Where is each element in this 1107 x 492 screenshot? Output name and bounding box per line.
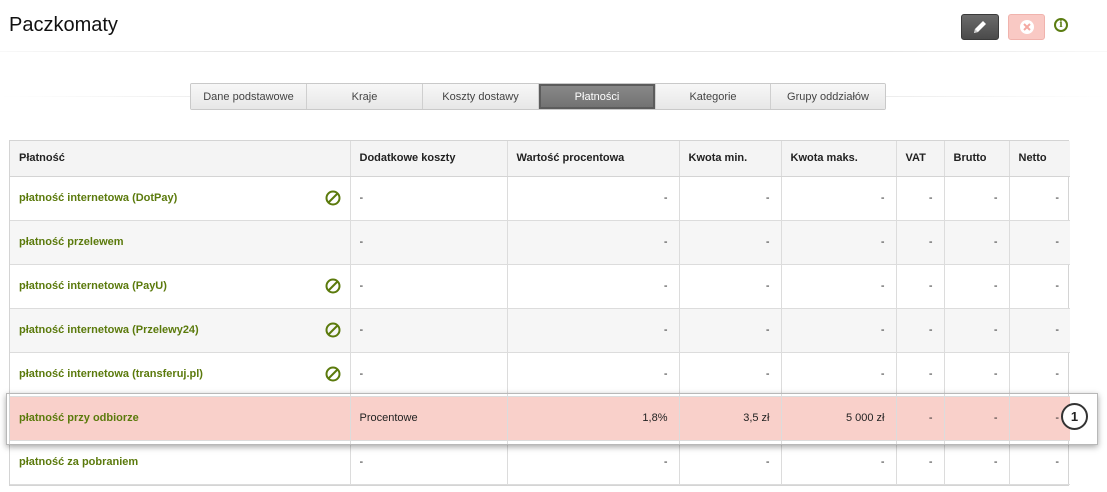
table-cell: - bbox=[1009, 264, 1070, 309]
table-cell: - bbox=[896, 176, 945, 221]
table-row[interactable]: płatność internetowa (PayU) - - - - - - - bbox=[10, 264, 1070, 309]
payments-table: Płatność Dodatkowe koszty Wartość procen… bbox=[9, 140, 1070, 486]
table-row[interactable]: płatność internetowa (DotPay) - - - - - - - bbox=[10, 176, 1070, 221]
payment-name-cell[interactable]: płatność internetowa (Przelewy24) bbox=[10, 308, 351, 353]
table-row[interactable]: płatność przelewem - - - - - - - bbox=[10, 220, 1070, 265]
table-cell: - bbox=[350, 308, 508, 353]
table-cell: - bbox=[781, 440, 897, 485]
tab-platnosci[interactable]: Płatności bbox=[539, 84, 656, 109]
table-cell: - bbox=[781, 176, 897, 221]
table-cell: - bbox=[944, 396, 1010, 441]
table-cell: - bbox=[896, 264, 945, 309]
payment-name-cell[interactable]: płatność internetowa (PayU) bbox=[10, 264, 351, 309]
table-cell: - bbox=[944, 308, 1010, 353]
tab-kategorie[interactable]: Kategorie bbox=[656, 84, 771, 109]
table-cell: - bbox=[679, 352, 782, 397]
table-cell: - bbox=[1009, 308, 1070, 353]
table-cell: - bbox=[350, 440, 508, 485]
table-header-row: Płatność Dodatkowe koszty Wartość procen… bbox=[10, 141, 1070, 177]
table-cell: - bbox=[679, 440, 782, 485]
table-cell: - bbox=[781, 352, 897, 397]
payment-name-link[interactable]: płatność internetowa (DotPay) bbox=[19, 192, 177, 204]
tab-kraje[interactable]: Kraje bbox=[307, 84, 423, 109]
table-cell: - bbox=[944, 176, 1010, 221]
header-divider bbox=[0, 51, 1107, 52]
disabled-icon bbox=[325, 190, 341, 206]
payment-name-cell[interactable]: płatność internetowa (DotPay) bbox=[10, 176, 351, 221]
table-cell: 3,5 zł bbox=[679, 396, 782, 441]
payment-name-link[interactable]: płatność internetowa (PayU) bbox=[19, 280, 167, 292]
table-row[interactable]: płatność za pobraniem - - - - - - - bbox=[10, 440, 1070, 485]
col-header[interactable]: Kwota min. bbox=[679, 141, 782, 177]
table-cell: - bbox=[896, 308, 945, 353]
payment-name-link[interactable]: płatność przelewem bbox=[19, 236, 124, 248]
info-icon[interactable]: i bbox=[1054, 18, 1068, 32]
delete-button[interactable] bbox=[1008, 14, 1045, 40]
page-title: Paczkomaty bbox=[9, 14, 118, 36]
table-cell: - bbox=[350, 220, 508, 265]
col-header[interactable]: Płatność bbox=[10, 141, 351, 177]
table-cell: - bbox=[507, 176, 680, 221]
table-cell: - bbox=[896, 440, 945, 485]
close-icon bbox=[1019, 20, 1034, 34]
table-cell: - bbox=[896, 396, 945, 441]
tab-grupy-oddzialow[interactable]: Grupy oddziałów bbox=[771, 84, 885, 109]
table-cell: - bbox=[507, 264, 680, 309]
table-cell: - bbox=[944, 352, 1010, 397]
table-cell: - bbox=[507, 440, 680, 485]
payment-name-cell[interactable]: płatność za pobraniem bbox=[10, 440, 351, 485]
table-cell: - bbox=[1009, 220, 1070, 265]
table-row[interactable]: płatność internetowa (transferuj.pl) - - - -… bbox=[10, 352, 1070, 397]
table-cell: - bbox=[944, 220, 1010, 265]
table-cell: Procentowe bbox=[350, 396, 508, 441]
table-cell: - bbox=[350, 264, 508, 309]
payment-name-cell[interactable]: płatność internetowa (transferuj.pl) bbox=[10, 352, 351, 397]
table-cell: - bbox=[896, 352, 945, 397]
table-cell: - bbox=[896, 220, 945, 265]
table-cell: 5 000 zł bbox=[781, 396, 897, 441]
table-cell: - bbox=[781, 220, 897, 265]
col-header[interactable]: Brutto bbox=[944, 141, 1010, 177]
col-header[interactable]: Netto bbox=[1009, 141, 1070, 177]
payment-name-cell[interactable]: płatność przy odbiorze bbox=[10, 396, 351, 441]
table-cell: - bbox=[679, 308, 782, 353]
table-cell: - bbox=[944, 264, 1010, 309]
col-header[interactable]: Kwota maks. bbox=[781, 141, 897, 177]
pencil-icon bbox=[974, 21, 986, 33]
tab-bar: Dane podstawowe Kraje Koszty dostawy Pła… bbox=[190, 83, 886, 110]
table-cell: - bbox=[350, 176, 508, 221]
table-cell: 1,8% bbox=[507, 396, 680, 441]
payment-name-link[interactable]: płatność internetowa (Przelewy24) bbox=[19, 324, 199, 336]
table-row[interactable]: płatność internetowa (Przelewy24) - - - - - - - bbox=[10, 308, 1070, 353]
table-cell: - bbox=[1009, 352, 1070, 397]
payment-name-link[interactable]: płatność za pobraniem bbox=[19, 456, 138, 468]
tab-koszty-dostawy[interactable]: Koszty dostawy bbox=[423, 84, 539, 109]
payment-name-link[interactable]: płatność internetowa (transferuj.pl) bbox=[19, 368, 203, 380]
disabled-icon bbox=[325, 322, 341, 338]
edit-button[interactable] bbox=[961, 14, 999, 40]
disabled-icon bbox=[325, 278, 341, 294]
disabled-icon bbox=[325, 366, 341, 382]
table-cell: - bbox=[679, 220, 782, 265]
table-cell: - bbox=[679, 264, 782, 309]
table-cell: - bbox=[507, 352, 680, 397]
table-cell: - bbox=[781, 264, 897, 309]
table-cell: - bbox=[507, 220, 680, 265]
table-cell: - bbox=[944, 440, 1010, 485]
col-header[interactable]: VAT bbox=[896, 141, 945, 177]
callout-marker: 1 bbox=[1061, 403, 1088, 430]
table-cell: - bbox=[781, 308, 897, 353]
col-header[interactable]: Dodatkowe koszty bbox=[350, 141, 508, 177]
payment-name-cell[interactable]: płatność przelewem bbox=[10, 220, 351, 265]
payment-name-link[interactable]: płatność przy odbiorze bbox=[19, 412, 139, 424]
table-cell: - bbox=[1009, 440, 1070, 485]
table-cell: - bbox=[679, 176, 782, 221]
tab-dane-podstawowe[interactable]: Dane podstawowe bbox=[191, 84, 307, 109]
table-row[interactable]: płatność przy odbiorze Procentowe 1,8% 3,5 … bbox=[10, 396, 1070, 441]
table-cell: - bbox=[1009, 176, 1070, 221]
table-cell: - bbox=[350, 352, 508, 397]
col-header[interactable]: Wartość procentowa bbox=[507, 141, 680, 177]
table-cell: - bbox=[507, 308, 680, 353]
